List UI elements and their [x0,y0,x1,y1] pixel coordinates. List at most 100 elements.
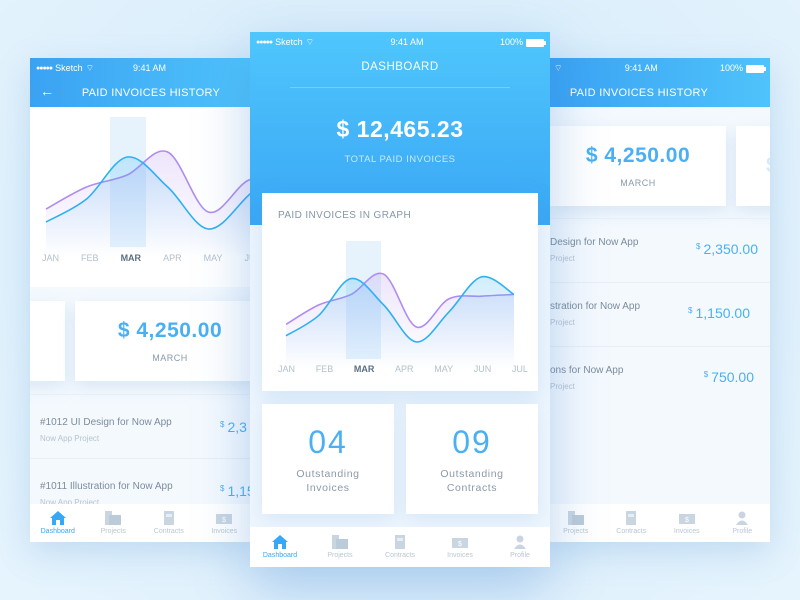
dashboard-screen: ●●●●● Sketch ⌔ 9:41 AM 100% DASHBOARD $ 12… [250,32,550,567]
time-label: 9:41 AM [132,63,166,73]
wifi-icon: ⌔ [305,36,315,47]
right-header: ⌔ 9:41 AM 100% PAID INVOICES HISTORY [548,58,770,107]
currency-symbol: $ [688,306,693,315]
invoice-project: Now App Project [40,434,100,443]
month-label[interactable]: JAN [278,364,295,374]
invoice-row[interactable]: stration for Now App Project $1,150.00 [548,282,770,346]
tab-invoices[interactable]: $ Invoices [199,511,249,535]
tab-contracts[interactable]: Contracts [606,511,656,535]
battery-label: 100% [499,37,523,47]
tab-projects[interactable]: Projects [88,511,138,535]
month-label[interactable]: MAY [434,364,453,374]
prev-month-card[interactable] [30,301,65,381]
month-label[interactable]: JUN [474,364,492,374]
invoice-amount: $2,3 [220,419,247,435]
invoice-row[interactable]: ons for Now App Project $750.00 [548,346,770,410]
invoice-amount-value: 2,3 [227,419,247,435]
battery-indicator: 100% [499,37,546,47]
left-screen-history: ●●●●● Sketch ⌔ 9:41 AM ← PAID INVOICES HIS… [30,58,252,542]
currency-symbol: $ [703,370,709,379]
month-name: MARCH [620,178,656,188]
stat-label-line: Outstanding [296,468,360,480]
stat-label: Outstanding Invoices [262,467,394,495]
invoice-title: Design for Now App [550,237,639,248]
stat-value: 09 [452,424,492,460]
invoice-amount: $1,150.00 [688,305,750,321]
tab-label: Projects [327,552,353,559]
invoice-project: Project [550,382,575,391]
tab-invoices[interactable]: $ Invoices [662,511,712,535]
signal-icon: ●●●●● [36,64,53,72]
tab-label: Invoices [447,552,473,559]
right-screen-history: ⌔ 9:41 AM 100% PAID INVOICES HISTORY $ 4… [548,58,770,542]
total-amount: $ 12,465.23 [336,116,464,142]
battery-icon [526,38,546,47]
status-bar: ●●●●● Sketch ⌔ 9:41 AM 100% [250,32,550,52]
signal-icon: ●●●●● [256,38,273,46]
status-bar: ●●●●● Sketch ⌔ 9:41 AM [30,58,252,78]
tab-projects[interactable]: Projects [315,535,365,559]
invoice-title: stration for Now App [550,301,641,312]
battery-indicator: 100% [720,63,766,73]
tab-bar: Projects Contracts $ Invoices Profile [548,504,770,542]
wifi-icon: ⌔ [85,62,95,73]
tab-label: Contracts [153,528,184,535]
month-name: MARCH [152,353,188,363]
svg-text:$: $ [222,517,226,524]
month-label[interactable]: APR [395,364,414,374]
tab-invoices[interactable]: $ Invoices [435,535,485,559]
invoice-amount: $750.00 [704,369,754,385]
next-month-card[interactable]: $ [736,126,770,206]
invoice-project: Project [550,318,575,327]
month-label-active[interactable]: MAR [121,253,142,263]
stat-label-line: Contracts [446,482,498,494]
month-label[interactable]: FEB [316,364,334,374]
tab-bar: Dashboard Projects Contracts $ Invoices P… [250,527,550,567]
month-label-active[interactable]: MAR [354,364,375,374]
tab-label: Projects [100,528,126,535]
folder-icon [567,511,584,525]
document-icon [626,511,637,525]
document-icon [163,511,174,525]
profile-icon [736,511,749,525]
outstanding-invoices-card[interactable]: 04 Outstanding Invoices [262,404,394,514]
stat-label: Outstanding Contracts [406,467,538,495]
invoice-title: ons for Now App [550,365,624,376]
tab-dashboard[interactable]: Dashboard [255,535,305,559]
stat-label-line: Invoices [306,482,350,494]
tab-bar: Dashboard Projects Contracts $ Invoices [30,504,252,542]
month-label[interactable]: APR [163,253,182,263]
invoice-row[interactable]: #1012 UI Design for Now App Now App Proj… [30,394,252,458]
page-title: DASHBOARD [361,61,439,73]
left-header: ●●●●● Sketch ⌔ 9:41 AM ← PAID INVOICES HIS… [30,58,252,107]
tab-contracts[interactable]: Contracts [375,535,425,559]
invoice-amount-value: 750.00 [711,369,754,385]
month-label[interactable]: JAN [42,253,59,263]
tab-projects[interactable]: Projects [551,511,601,535]
svg-text:$: $ [685,517,689,524]
month-label[interactable]: FEB [81,253,99,263]
tab-label: Projects [563,528,589,535]
history-chart: JAN FEB MAR APR MAY JUN [30,107,252,287]
tab-label: Profile [510,552,530,559]
outstanding-contracts-card[interactable]: 09 Outstanding Contracts [406,404,538,514]
month-label[interactable]: JUL [512,364,528,374]
carrier-label: Sketch [275,37,303,47]
currency-symbol: $ [220,484,225,493]
time-label: 9:41 AM [390,37,424,47]
month-label[interactable]: MAY [204,253,223,263]
invoice-title: #1011 Illustration for Now App [40,481,173,492]
tab-contracts[interactable]: Contracts [144,511,194,535]
status-bar: ⌔ 9:41 AM 100% [548,58,770,78]
tab-dashboard[interactable]: Dashboard [33,511,83,535]
folder-icon [332,535,348,549]
tab-profile[interactable]: Profile [717,511,767,535]
month-total-card[interactable]: $ 4,250.00 MARCH [75,301,252,381]
money-icon: $ [216,514,233,524]
tab-profile[interactable]: Profile [495,535,545,559]
invoice-row[interactable]: Design for Now App Project $2,350.00 [548,218,770,282]
month-total-card[interactable]: $ 4,250.00 MARCH [550,126,726,206]
graph-title: PAID INVOICES IN GRAPH [278,210,412,221]
back-arrow-icon[interactable]: ← [40,83,54,99]
invoice-amount: $1,15 [220,483,252,499]
